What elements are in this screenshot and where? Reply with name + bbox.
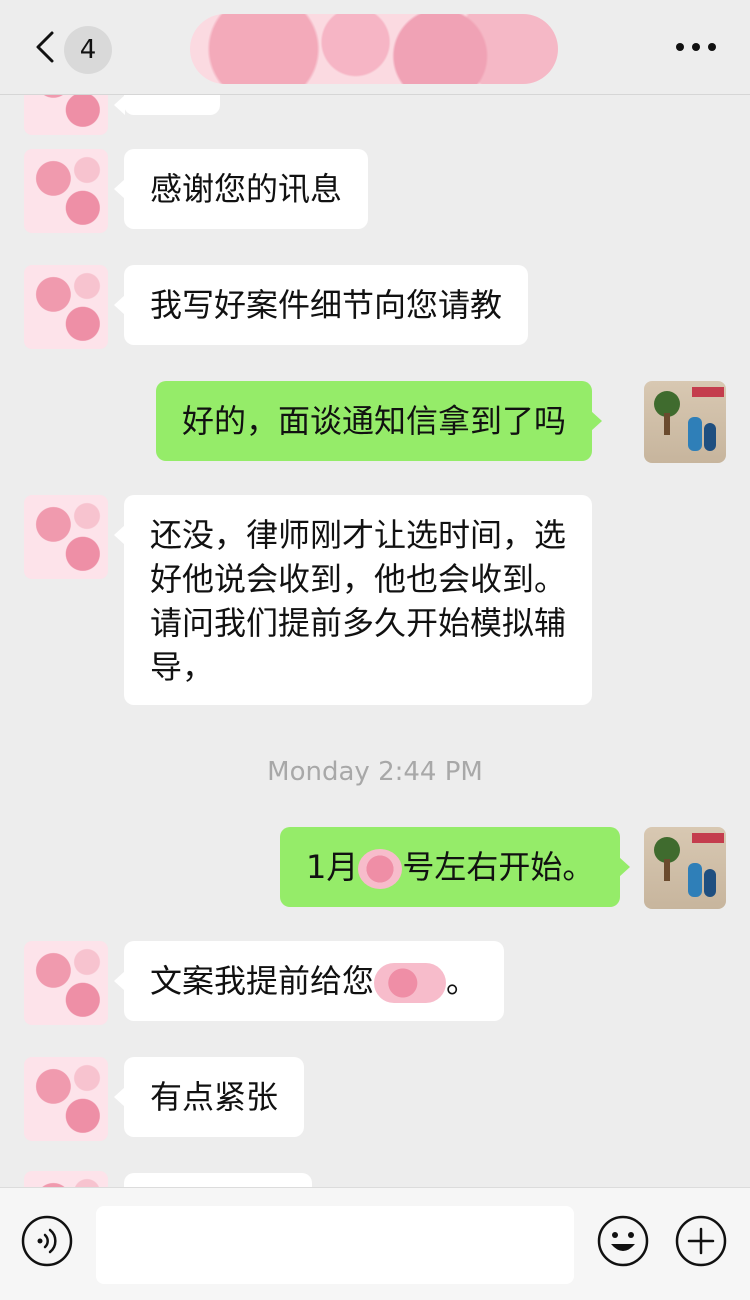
chat-header: 4 (0, 0, 750, 95)
message-bubble-incoming[interactable] (114, 95, 220, 115)
chat-title-redacted (190, 14, 558, 84)
message-text: 。 (446, 962, 479, 1000)
message-text: 1月 (306, 848, 359, 886)
contact-avatar[interactable] (24, 941, 108, 1025)
message-bubble-outgoing[interactable]: 1月 号左右开始。 (280, 827, 631, 907)
message-bubble-incoming[interactable] (124, 1173, 312, 1187)
message-text: 有点紧张 (150, 1078, 279, 1116)
chevron-left-icon[interactable] (30, 30, 64, 64)
plus-icon[interactable] (674, 1214, 728, 1268)
message-bubble-incoming[interactable]: 还没，律师刚才让选时间，选 好他说会收到，他也会收到。 请问我们提前多久开始模拟… (113, 495, 593, 705)
message-bubble-incoming[interactable]: 我写好案件细节向您请教 (113, 265, 529, 345)
message-text: 文案我提前给您 (150, 962, 375, 1000)
unread-count-badge[interactable]: 4 (64, 26, 112, 74)
contact-avatar[interactable] (24, 1057, 108, 1141)
contact-avatar[interactable] (24, 495, 108, 579)
message-bubble-incoming[interactable]: 文案我提前给您 。 (113, 941, 505, 1021)
contact-avatar[interactable] (24, 149, 108, 233)
message-input[interactable] (96, 1206, 574, 1284)
contact-avatar[interactable] (24, 1171, 108, 1187)
message-text: 感谢您的讯息 (150, 170, 343, 208)
message-timestamp: Monday 2:44 PM (267, 757, 483, 787)
message-text: 号左右开始。 (402, 848, 595, 886)
message-composer (0, 1187, 750, 1300)
ellipsis-icon[interactable] (674, 38, 718, 56)
message-text-line: 导， (150, 648, 215, 686)
message-bubble-incoming[interactable]: 感谢您的讯息 (113, 149, 369, 229)
chat-message-list[interactable]: 感谢您的讯息 我写好案件细节向您请教 好的，面谈通知信拿到了吗 还没，律师刚才让… (0, 95, 750, 1187)
message-text-line: 还没，律师刚才让选时间，选 (150, 516, 567, 554)
message-text: 我写好案件细节向您请教 (150, 286, 503, 324)
my-avatar[interactable] (644, 827, 726, 909)
redacted-text (358, 849, 403, 889)
message-bubble-outgoing[interactable]: 好的，面谈通知信拿到了吗 (156, 381, 603, 461)
message-bubble-incoming[interactable]: 有点紧张 (113, 1057, 305, 1137)
redacted-text (374, 963, 447, 1003)
contact-avatar[interactable] (24, 265, 108, 349)
message-text: 好的，面谈通知信拿到了吗 (182, 402, 567, 440)
voice-icon[interactable] (20, 1214, 74, 1268)
message-text-line: 好他说会收到，他也会收到。 (150, 560, 567, 598)
emoji-icon[interactable] (596, 1214, 650, 1268)
my-avatar[interactable] (644, 381, 726, 463)
contact-avatar[interactable] (24, 95, 108, 135)
message-text-line: 请问我们提前多久开始模拟辅 (150, 604, 567, 642)
